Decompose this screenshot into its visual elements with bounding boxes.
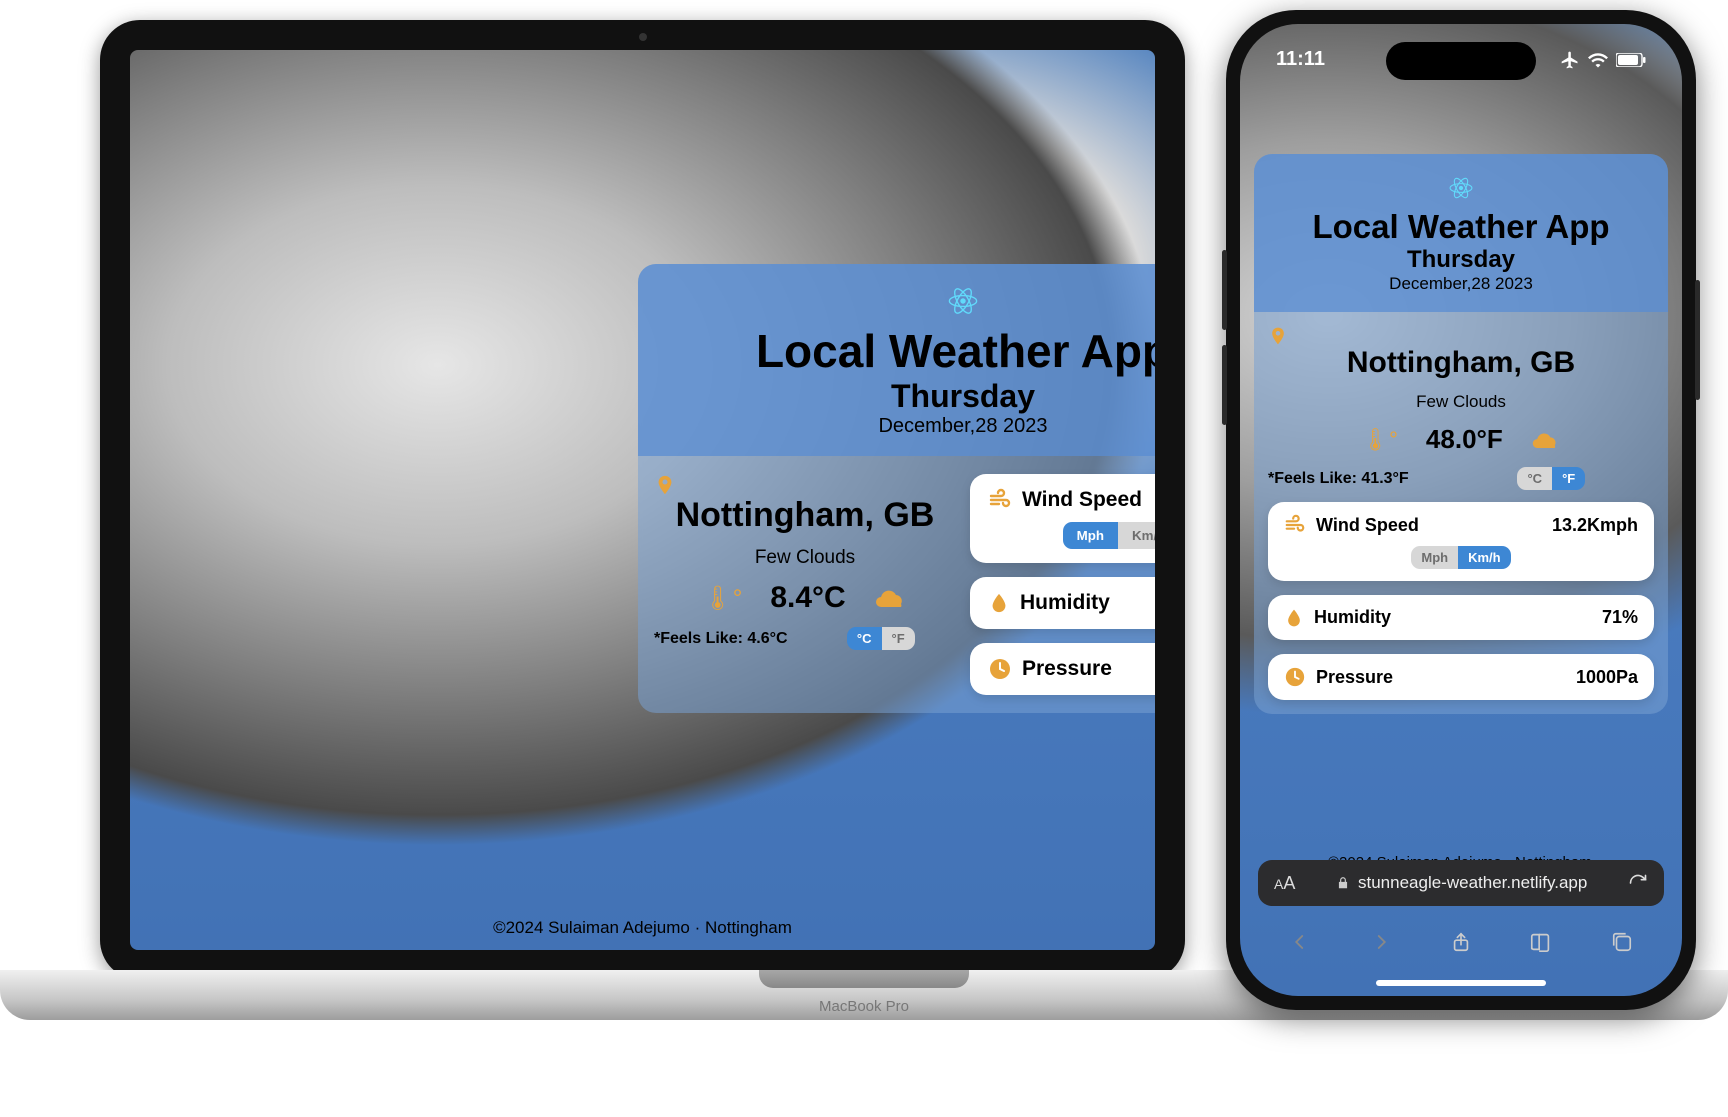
wind-label: Wind Speed	[1316, 515, 1419, 536]
app-header: Local Weather App Thursday December,28 2…	[1254, 154, 1668, 312]
feels-like-row: *Feels Like: 4.6°C °C °F	[654, 627, 956, 650]
app-header: Local Weather App Thursday December,28 2…	[638, 264, 1155, 456]
pressure-label: Pressure	[1316, 667, 1393, 688]
wind-icon	[1284, 514, 1306, 536]
wind-tile: Wind Speed 13.2Kmph Mph Km/h	[1268, 502, 1654, 581]
wifi-icon	[1588, 52, 1608, 68]
droplet-icon	[1284, 608, 1304, 628]
location-pin-icon	[654, 474, 676, 496]
status-time: 11:11	[1276, 48, 1325, 71]
phone-device-mockup: 11:11 Local Weather App Thursday Decembe…	[1226, 10, 1696, 1010]
unit-fahrenheit-button[interactable]: °F	[1552, 467, 1585, 490]
battery-icon	[1616, 53, 1646, 67]
back-button[interactable]	[1286, 928, 1314, 956]
safari-toolbar	[1240, 918, 1682, 966]
unit-celsius-button[interactable]: °C	[847, 627, 882, 650]
temp-unit-toggle[interactable]: °C °F	[847, 627, 915, 650]
pressure-tile: Pressure 1000Pa	[1268, 654, 1654, 700]
unit-mph-button[interactable]: Mph	[1411, 546, 1458, 569]
conditions-text: Few Clouds	[1268, 392, 1654, 412]
wind-tile: Wind Speed 8.2Mph Mph Km/h	[970, 474, 1155, 563]
macbook-label: MacBook Pro	[819, 998, 909, 1015]
humidity-tile: Humidity 71%	[1268, 595, 1654, 640]
refresh-button[interactable]	[1628, 873, 1648, 893]
app-body: Nottingham, GB Few Clouds 🌡° 48.0°F *Fee…	[1254, 312, 1668, 714]
droplet-icon	[988, 592, 1010, 614]
laptop-camera-icon	[639, 33, 647, 41]
safari-url-bar[interactable]: AA stunneagle-weather.netlify.app	[1258, 860, 1664, 906]
location-panel: Nottingham, GB Few Clouds 🌡° 8.4°C *Feel…	[654, 474, 956, 695]
phone-volume-up	[1222, 250, 1227, 330]
unit-mph-button[interactable]: Mph	[1063, 522, 1118, 549]
react-icon	[948, 286, 978, 316]
lock-icon	[1336, 876, 1350, 890]
unit-kmh-button[interactable]: Km/h	[1458, 546, 1511, 569]
temperature-value: 8.4°C	[770, 581, 845, 615]
humidity-label: Humidity	[1020, 591, 1110, 615]
airplane-mode-icon	[1560, 50, 1580, 70]
wind-unit-toggle[interactable]: Mph Km/h	[1411, 546, 1510, 569]
location-pin-icon	[1268, 326, 1288, 346]
app-title: Local Weather App	[648, 324, 1155, 378]
url-text: stunneagle-weather.netlify.app	[1358, 873, 1587, 893]
wind-value: 13.2Kmph	[1552, 515, 1638, 536]
wind-label: Wind Speed	[1022, 488, 1142, 512]
app-date: December,28 2023	[648, 415, 1155, 438]
location-name: Nottingham, GB	[1268, 346, 1654, 380]
thermometer-icon: 🌡°	[702, 584, 742, 613]
laptop-screen: Local Weather App Thursday December,28 2…	[130, 50, 1155, 950]
app-body: Nottingham, GB Few Clouds 🌡° 8.4°C *Feel…	[638, 456, 1155, 713]
laptop-hinge-notch	[759, 970, 969, 988]
pressure-value: 1000Pa	[1576, 667, 1638, 688]
copyright-text: ©2024 Sulaiman Adejumo · Nottingham	[493, 918, 792, 937]
pressure-label: Pressure	[1022, 657, 1112, 681]
location-panel: Nottingham, GB Few Clouds 🌡° 48.0°F *Fee…	[1268, 326, 1654, 490]
humidity-tile: Humidity 77%	[970, 577, 1155, 629]
gauge-icon	[1284, 666, 1306, 688]
phone-power-button	[1695, 280, 1700, 400]
share-button[interactable]	[1447, 928, 1475, 956]
cloud-icon	[874, 586, 908, 610]
wind-unit-toggle[interactable]: Mph Km/h	[1063, 522, 1155, 549]
cloud-icon	[1531, 429, 1561, 451]
humidity-value: 71%	[1602, 607, 1638, 628]
wind-icon	[988, 488, 1012, 512]
refresh-icon	[1628, 873, 1648, 893]
app-day: Thursday	[648, 378, 1155, 415]
unit-kmh-button[interactable]: Km/h	[1118, 522, 1155, 549]
phone-screen: 11:11 Local Weather App Thursday Decembe…	[1240, 24, 1682, 996]
humidity-label: Humidity	[1314, 607, 1391, 628]
app-title: Local Weather App	[1264, 208, 1658, 246]
phone-volume-down	[1222, 345, 1227, 425]
forward-button[interactable]	[1367, 928, 1395, 956]
footer: ©2024 Sulaiman Adejumo · Nottingham	[130, 918, 1155, 938]
feels-like-row: *Feels Like: 41.3°F °C °F	[1268, 467, 1654, 490]
conditions-text: Few Clouds	[654, 547, 956, 569]
temperature-row: 🌡° 8.4°C	[654, 581, 956, 615]
unit-fahrenheit-button[interactable]: °F	[882, 627, 915, 650]
temperature-value: 48.0°F	[1426, 424, 1503, 455]
temp-unit-toggle[interactable]: °C °F	[1517, 467, 1585, 490]
weather-app-card-mobile: Local Weather App Thursday December,28 2…	[1254, 154, 1668, 714]
react-icon	[1449, 176, 1473, 200]
feels-like-label: *Feels Like: 41.3°F	[1268, 470, 1409, 488]
metrics-panel: Wind Speed 8.2Mph Mph Km/h	[970, 474, 1155, 695]
metrics-panel: Wind Speed 13.2Kmph Mph Km/h	[1268, 502, 1654, 700]
home-indicator[interactable]	[1376, 980, 1546, 986]
reader-mode-button[interactable]: AA	[1274, 873, 1295, 894]
app-day: Thursday	[1264, 246, 1658, 274]
weather-app-card-desktop: Local Weather App Thursday December,28 2…	[638, 264, 1155, 713]
feels-like-label: *Feels Like: 4.6°C	[654, 630, 788, 648]
pressure-tile: Pressure 1000Pa	[970, 643, 1155, 695]
dynamic-island	[1386, 42, 1536, 80]
gauge-icon	[988, 657, 1012, 681]
temperature-row: 🌡° 48.0°F	[1268, 424, 1654, 455]
bookmarks-button[interactable]	[1527, 928, 1555, 956]
location-name: Nottingham, GB	[654, 496, 956, 535]
unit-celsius-button[interactable]: °C	[1517, 467, 1552, 490]
laptop-bezel: Local Weather App Thursday December,28 2…	[100, 20, 1185, 980]
tabs-button[interactable]	[1608, 928, 1636, 956]
app-date: December,28 2023	[1264, 274, 1658, 294]
thermometer-icon: 🌡°	[1361, 427, 1398, 453]
